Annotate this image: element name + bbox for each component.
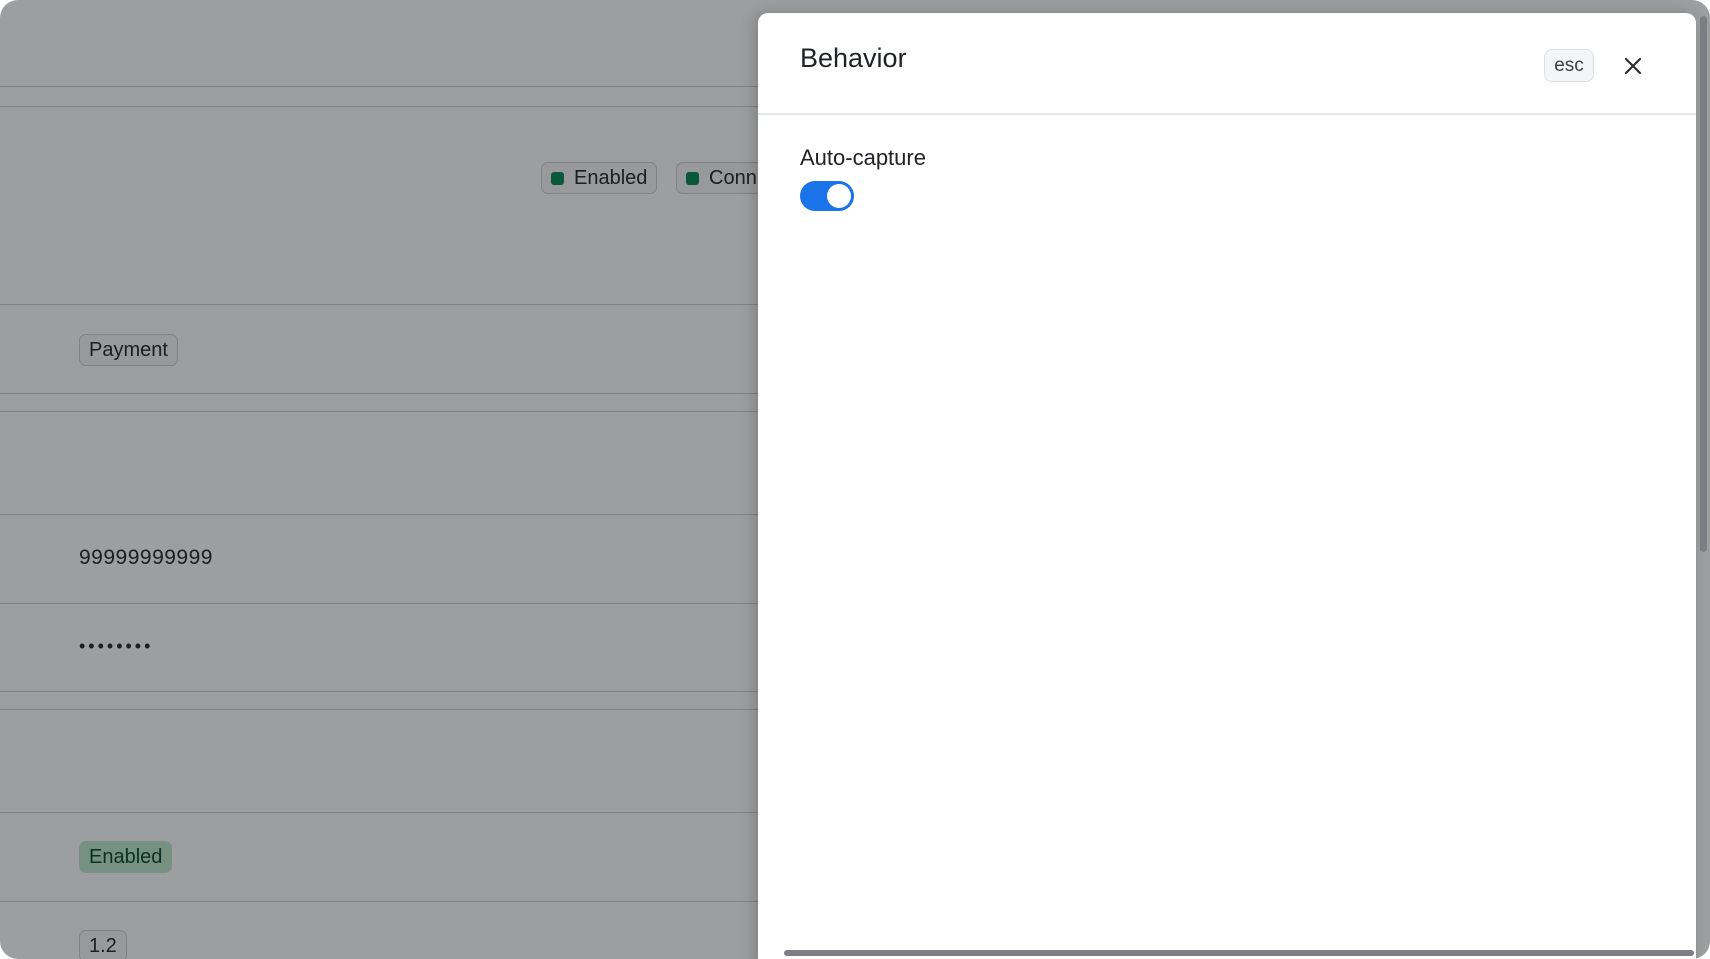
close-icon [1624,57,1642,75]
esc-key-hint: esc [1544,49,1594,82]
horizontal-scrollbar[interactable] [784,950,1694,956]
auto-capture-toggle[interactable] [800,181,854,211]
drawer-title: Behavior [800,43,907,73]
toggle-knob [827,184,851,208]
drawer-body: Auto-capture [800,145,926,211]
drawer-header: Behavior esc [758,13,1696,115]
close-button[interactable] [1618,51,1648,81]
app-window: Enabled Conn Payment 99999999999 •••••••… [0,0,1710,959]
behavior-drawer: Behavior esc Auto-capture [758,13,1696,959]
auto-capture-label: Auto-capture [800,145,926,170]
vertical-scrollbar[interactable] [1700,16,1707,552]
